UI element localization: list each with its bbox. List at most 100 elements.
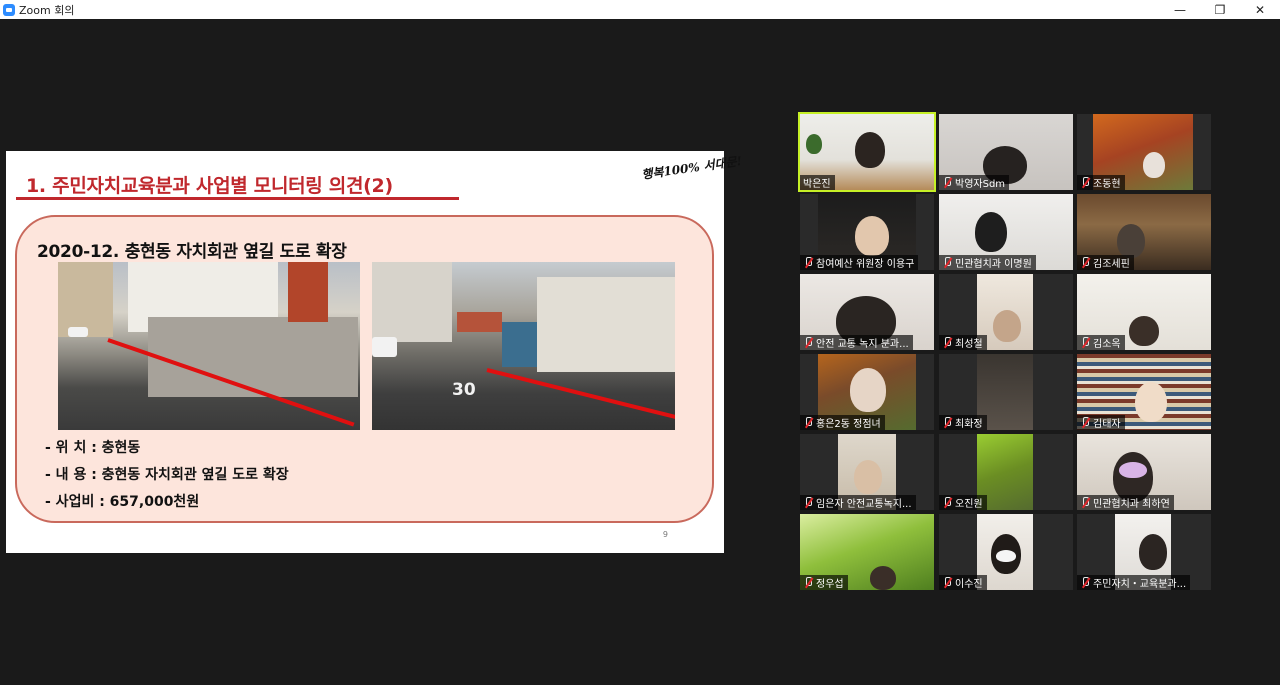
name-label: 이수진 [939, 575, 987, 590]
participant-video [850, 368, 886, 412]
slide-page-number: 9 [662, 530, 668, 539]
participant-tile[interactable]: 오진원 [939, 434, 1073, 510]
participant-tile[interactable]: 임은자 안전교통녹지... [800, 434, 934, 510]
plant-shape [806, 134, 822, 154]
blue-shed [502, 322, 537, 367]
participant-name: 안전 교통 녹지 분과... [816, 339, 909, 350]
muted-mic-icon [1080, 577, 1090, 588]
name-label: 박영자Sdm [939, 175, 1010, 190]
building-shape [537, 277, 675, 372]
restore-button[interactable]: ❐ [1200, 0, 1240, 19]
participant-video [855, 132, 885, 168]
participant-name: 임은자 안전교통녹지... [816, 499, 912, 510]
participant-video [854, 460, 882, 494]
participant-video [1135, 382, 1167, 422]
meeting-stage: 1. 주민자치교육분과 사업별 모니터링 의견(2) 행복100% 서대문! 2… [0, 19, 1280, 685]
participant-tile[interactable]: 박은진 [798, 112, 936, 192]
participant-name: 김소옥 [1093, 339, 1121, 350]
name-label: 김태자 [1077, 415, 1125, 430]
muted-mic-icon [1080, 257, 1090, 268]
participant-name: 김조세핀 [1093, 259, 1130, 270]
participant-tile[interactable]: 최성철 [939, 274, 1073, 350]
name-label: 김조세핀 [1077, 255, 1134, 270]
participant-tile[interactable]: 정우섭 [800, 514, 934, 590]
name-label: 민관협치과 이명원 [939, 255, 1036, 270]
name-label: 정우섭 [800, 575, 848, 590]
name-label: 최성철 [939, 335, 987, 350]
info-budget: - 사업비 : 657,000천원 [45, 494, 200, 510]
info-content: - 내 용 : 충현동 자치회관 옆길 도로 확장 [45, 467, 289, 483]
window-title: Zoom 회의 [19, 3, 75, 17]
autumn-tree [288, 262, 328, 322]
muted-mic-icon [1080, 417, 1090, 428]
participant-tile[interactable]: 김조세핀 [1077, 194, 1211, 270]
participant-name: 최화정 [955, 419, 983, 430]
participant-tile[interactable]: 조동현 [1077, 114, 1211, 190]
muted-mic-icon [942, 417, 952, 428]
participant-tile[interactable]: 민관협치과 최하연 [1077, 434, 1211, 510]
window-controls: — ❐ ✕ [1160, 0, 1280, 19]
participant-name: 정우섭 [816, 579, 844, 590]
participant-video [1117, 224, 1145, 258]
project-heading: 2020-12. 충현동 자치회관 옆길 도로 확장 [37, 242, 347, 262]
participant-video [1129, 316, 1159, 346]
name-label: 박은진 [800, 175, 835, 190]
road-marking-30: 30 [452, 380, 476, 400]
parked-car [68, 327, 88, 337]
participant-video [1143, 152, 1165, 178]
muted-mic-icon [942, 337, 952, 348]
muted-mic-icon [1080, 337, 1090, 348]
participant-name: 조동현 [1093, 179, 1121, 190]
participant-tile[interactable]: 홍은2동 정점녀 [800, 354, 934, 430]
name-label: 안전 교통 녹지 분과... [800, 335, 913, 350]
participant-name: 최성철 [955, 339, 983, 350]
muted-mic-icon [1080, 497, 1090, 508]
participant-tile[interactable]: 이수진 [939, 514, 1073, 590]
participant-video [870, 566, 896, 590]
participant-name: 김태자 [1093, 419, 1121, 430]
participant-name: 박영자Sdm [955, 179, 1006, 190]
participant-tile[interactable]: 안전 교통 녹지 분과... [800, 274, 934, 350]
participant-tile[interactable]: 최화정 [939, 354, 1073, 430]
participant-name: 이수진 [955, 579, 983, 590]
name-label: 임은자 안전교통녹지... [800, 495, 916, 510]
muted-mic-icon [942, 497, 952, 508]
name-label: 참여예산 위원장 이용구 [800, 255, 919, 270]
muted-mic-icon [942, 257, 952, 268]
name-label: 최화정 [939, 415, 987, 430]
participant-tile[interactable]: 김소옥 [1077, 274, 1211, 350]
muted-mic-icon [942, 577, 952, 588]
muted-mic-icon [803, 337, 813, 348]
building-shape [58, 262, 113, 337]
participant-tile[interactable]: 박영자Sdm [939, 114, 1073, 190]
participant-tile[interactable]: 주민자치・교육분과... [1077, 514, 1211, 590]
participant-name: 민관협치과 최하연 [1093, 499, 1170, 510]
participant-tile[interactable]: 민관협치과 이명원 [939, 194, 1073, 270]
muted-mic-icon [803, 497, 813, 508]
participant-tile[interactable]: 참여예산 위원장 이용구 [800, 194, 934, 270]
participant-video [975, 212, 1007, 252]
participant-tile[interactable]: 김태자 [1077, 354, 1211, 430]
muted-mic-icon [1080, 177, 1090, 188]
site-photo-1 [58, 262, 360, 430]
muted-mic-icon [803, 577, 813, 588]
name-label: 조동현 [1077, 175, 1125, 190]
window-titlebar: Zoom 회의 — ❐ ✕ [0, 0, 1280, 19]
muted-mic-icon [803, 417, 813, 428]
mask-shape [996, 550, 1016, 562]
slide-title-underline [16, 197, 459, 200]
minimize-button[interactable]: — [1160, 0, 1200, 19]
name-label: 홍은2동 정점녀 [800, 415, 885, 430]
close-button[interactable]: ✕ [1240, 0, 1280, 19]
slide-title: 1. 주민자치교육분과 사업별 모니터링 의견(2) [26, 175, 393, 197]
participant-video [993, 310, 1021, 342]
participant-name: 참여예산 위원장 이용구 [816, 259, 915, 270]
name-label: 주민자치・교육분과... [1077, 575, 1191, 590]
site-photo-2: 30 [372, 262, 675, 430]
parked-car [372, 337, 397, 357]
muted-mic-icon [942, 177, 952, 188]
shared-screen-slide[interactable]: 1. 주민자치교육분과 사업별 모니터링 의견(2) 행복100% 서대문! 2… [6, 151, 743, 553]
participant-name: 주민자치・교육분과... [1093, 579, 1187, 590]
participant-name: 박은진 [803, 179, 831, 190]
retaining-wall [148, 317, 358, 397]
